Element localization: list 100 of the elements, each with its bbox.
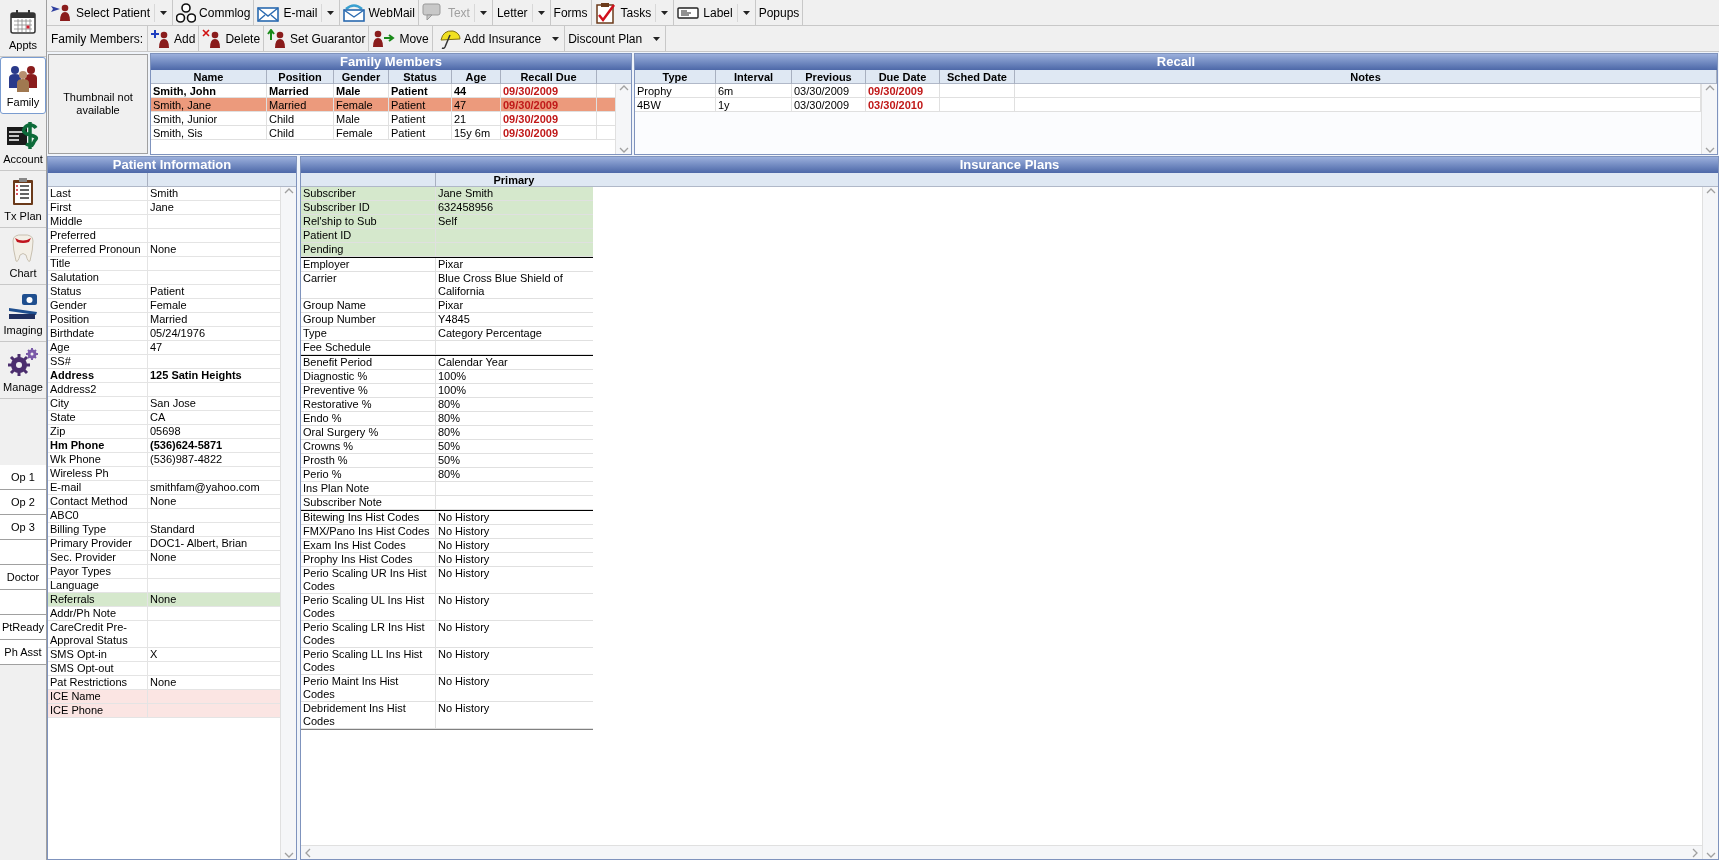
scroll-up-icon — [1704, 84, 1715, 92]
table-row[interactable]: Smith, Junior Child Male Patient 21 09/30/2009 — [151, 112, 615, 126]
toolbar-button[interactable]: Commlog — [173, 0, 255, 25]
field-label: Pat Restrictions — [48, 676, 148, 689]
module-button[interactable]: Manage — [0, 342, 46, 399]
field-value: Category Percentage — [437, 327, 543, 340]
table-cell: Smith, Sis — [151, 126, 267, 140]
scrollbar[interactable] — [280, 187, 296, 859]
field-label: Wireless Ph — [48, 467, 148, 480]
toolbar-button[interactable]: Move — [369, 26, 433, 51]
person-arrow-icon — [267, 28, 288, 49]
field-label: Preferred Pronoun — [48, 243, 148, 256]
field-label: Salutation — [48, 271, 148, 284]
field-value: Married — [149, 313, 189, 326]
op-button[interactable]: PtReady — [0, 615, 46, 640]
toolbar-button[interactable]: Letter — [492, 0, 551, 25]
toolbar-button[interactable]: Delete — [199, 26, 265, 51]
toolbar-button[interactable]: E-mail — [254, 0, 341, 25]
field-label: FMX/Pano Ins Hist Codes — [301, 525, 436, 538]
scrollbar[interactable] — [1701, 84, 1717, 154]
table-cell: 4BW — [635, 98, 716, 112]
field-label: Diagnostic % — [301, 370, 436, 383]
field-label: SMS Opt-out — [48, 662, 148, 675]
field-label: Group Number — [301, 313, 436, 326]
scrollbar[interactable] — [301, 845, 1702, 859]
field-label: Sec. Provider — [48, 551, 148, 564]
field-label: Subscriber ID — [301, 201, 436, 214]
column-header[interactable]: Primary — [436, 173, 592, 187]
field-label: Hm Phone — [48, 439, 148, 452]
module-button[interactable]: Imaging — [0, 285, 46, 342]
scroll-down-icon — [1704, 146, 1715, 154]
op-button[interactable]: Op 1 — [0, 465, 46, 490]
field-label: First — [48, 201, 148, 214]
field-value: Blue Cross Blue Shield of California — [437, 272, 564, 298]
card-icon — [677, 4, 700, 21]
field-label: Payor Types — [48, 565, 148, 578]
field-value: 100% — [437, 370, 468, 383]
toolbar-button[interactable]: Forms — [550, 0, 592, 25]
table-row[interactable]: Smith, Jane Married Female Patient 47 09/30/2009 — [151, 98, 615, 112]
field-label: Group Name — [301, 299, 436, 312]
thumbnail-text: Thumbnail not available — [62, 91, 134, 117]
empty-button[interactable] — [0, 590, 46, 615]
scrollbar[interactable] — [1702, 187, 1718, 859]
field-label: Fee Schedule — [301, 341, 436, 354]
field-value: 80% — [437, 412, 462, 425]
field-label: Contact Method — [48, 495, 148, 508]
field-label: Crowns % — [301, 440, 436, 453]
field-value: None — [149, 551, 178, 564]
op-button[interactable]: Op 2 — [0, 490, 46, 515]
table-row[interactable]: Smith, Sis Child Female Patient 15y 6m 09/30/2009 — [151, 126, 615, 140]
panel-title: Insurance Plans — [959, 157, 1060, 173]
toolbar-button[interactable]: Add — [148, 26, 200, 51]
toolbar-button[interactable]: Set Guarantor — [264, 26, 370, 51]
empty-button[interactable] — [0, 540, 46, 565]
field-label: ICE Phone — [48, 704, 148, 717]
scroll-up-icon — [283, 187, 294, 195]
field-value: Standard — [149, 523, 196, 536]
module-button[interactable]: Tx Plan — [0, 171, 46, 228]
table-cell: Patient — [389, 126, 452, 140]
field-label: Primary Provider — [48, 537, 148, 550]
field-label: Language — [48, 579, 148, 592]
toolbar-button[interactable]: Tasks — [591, 0, 675, 25]
field-label: Birthdate — [48, 327, 148, 340]
toolbar-button[interactable]: Popups — [755, 0, 804, 25]
add-person-icon — [151, 28, 171, 49]
table-row[interactable]: Smith, John Married Male Patient 44 09/30/2009 — [151, 84, 615, 98]
module-button[interactable]: Chart — [0, 228, 46, 285]
people-icon — [7, 63, 39, 92]
toolbar-button[interactable]: Select Patient — [47, 0, 174, 25]
field-value: No History — [437, 567, 491, 581]
module-button[interactable]: Appts — [0, 0, 46, 57]
field-value: DOC1- Albert, Brian — [149, 537, 249, 550]
op-button[interactable]: Ph Asst — [0, 640, 46, 665]
op-button[interactable]: Op 3 — [0, 515, 46, 540]
field-value: No History — [437, 594, 491, 608]
module-button[interactable]: Family — [0, 57, 46, 114]
field-label: Address — [48, 369, 148, 382]
field-value: No History — [437, 553, 491, 566]
scroll-right-icon — [1691, 847, 1699, 858]
scroll-left-icon — [304, 847, 312, 858]
field-value: Female — [149, 299, 188, 312]
field-value: No History — [437, 525, 491, 538]
module-button[interactable]: Account — [0, 114, 46, 171]
field-label: Wk Phone — [48, 453, 148, 466]
table-cell: Female — [334, 126, 389, 140]
field-value: (536)987-4822 — [149, 453, 224, 466]
gears-icon — [7, 346, 39, 377]
toolbar-button[interactable]: Discount Plan — [565, 26, 667, 51]
toolbar-button[interactable]: Add Insurance — [435, 26, 566, 51]
field-label: Title — [48, 257, 148, 270]
field-label: ABC0 — [48, 509, 148, 522]
scrollbar[interactable] — [615, 84, 631, 154]
toolbar-label: Family Members: — [47, 26, 148, 51]
op-button[interactable]: Doctor — [0, 565, 46, 590]
field-label: Last — [48, 187, 148, 200]
toolbar-button[interactable]: Label — [674, 0, 756, 25]
field-value: Smith — [149, 187, 180, 200]
caret-icon — [552, 36, 560, 41]
toolbar-button[interactable]: WebMail — [340, 0, 419, 25]
field-value: X — [149, 648, 159, 661]
